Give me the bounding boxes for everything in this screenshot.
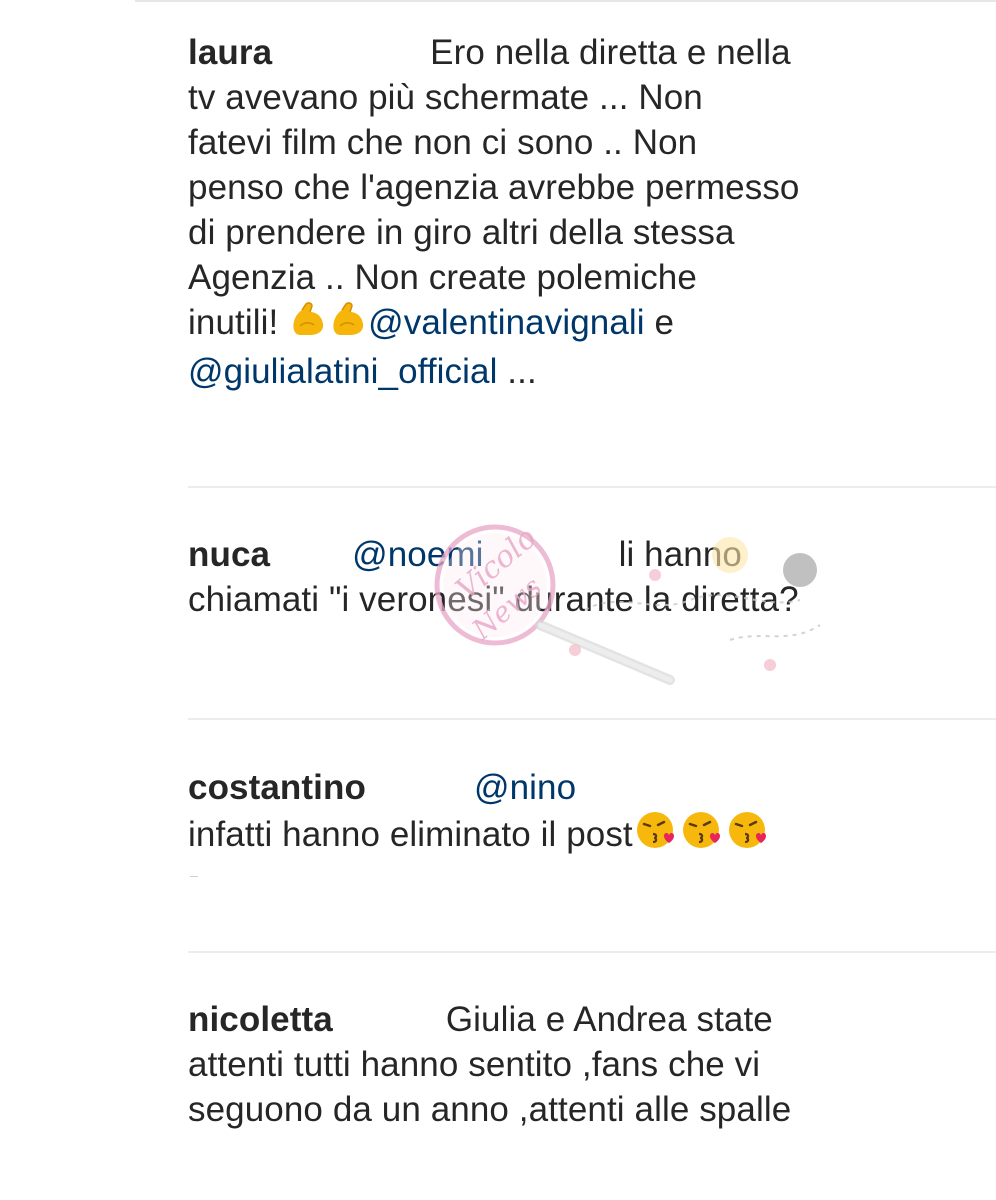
- top-divider: [135, 0, 996, 2]
- comment-line: laura Ero nella diretta e nella: [188, 30, 868, 75]
- comment-line: penso che l'agenzia avrebbe permesso: [188, 168, 800, 207]
- mention-link[interactable]: @noemi: [352, 535, 483, 574]
- comment-line: fatevi film che non ci sono .. Non: [188, 123, 698, 162]
- comment-text: ...: [497, 352, 537, 391]
- comment-text: Giulia e Andrea state: [445, 1000, 773, 1039]
- comment-username[interactable]: costantino: [188, 768, 366, 807]
- comment-line: nuca @noemi li hanno: [188, 532, 868, 577]
- comment-text: e: [644, 303, 675, 342]
- mention-link[interactable]: @valentinavignali: [368, 303, 645, 342]
- flexed-biceps-icon: [328, 300, 368, 349]
- comment-text: infatti hanno eliminato il post: [188, 815, 633, 854]
- comment-line: chiamati "i veronesi" durante la diretta…: [188, 580, 799, 619]
- comment-line: di prendere in giro altri della stessa: [188, 213, 735, 252]
- comment-username[interactable]: nicoletta: [188, 1000, 333, 1039]
- faint-mark: [190, 876, 198, 881]
- comment-username[interactable]: nuca: [188, 535, 270, 574]
- mention-link[interactable]: @nino: [474, 768, 576, 807]
- comment-line: costantino @nino: [188, 765, 868, 810]
- comment-line: infatti hanno eliminato il post: [188, 810, 868, 861]
- comment-laura: laura Ero nella diretta e nella tv avevan…: [188, 30, 868, 394]
- comment-line: seguono da un anno ,attenti alle spalle: [188, 1090, 792, 1129]
- mention-link[interactable]: @giulialatini_official: [188, 352, 497, 391]
- comment-line: Agenzia .. Non create polemiche: [188, 258, 697, 297]
- comment-costantino: costantino @nino infatti hanno eliminato …: [188, 765, 868, 861]
- face-blowing-kiss-icon: [725, 810, 771, 861]
- comment-line: nicoletta Giulia e Andrea state: [188, 997, 868, 1042]
- comment-username[interactable]: laura: [188, 33, 272, 72]
- comment-text: li hanno: [618, 535, 742, 574]
- comment-divider: [188, 486, 996, 488]
- comment-nuca: nuca @noemi li hanno chiamati "i veronesi"…: [188, 532, 868, 622]
- comment-line: inutili! @valentinavignali e: [188, 300, 868, 349]
- comment-text: Ero nella diretta e nella: [430, 33, 791, 72]
- flexed-biceps-icon: [288, 300, 328, 349]
- comment-line: @giulialatini_official ...: [188, 349, 868, 394]
- comment-nicoletta: nicoletta Giulia e Andrea state attenti t…: [188, 997, 868, 1132]
- face-blowing-kiss-icon: [633, 810, 679, 861]
- comment-line: attenti tutti hanno sentito ,fans che vi: [188, 1045, 761, 1084]
- face-blowing-kiss-icon: [679, 810, 725, 861]
- comment-line: tv avevano più schermate ... Non: [188, 78, 703, 117]
- comment-divider: [188, 718, 996, 720]
- comment-text: inutili!: [188, 303, 289, 342]
- comment-divider: [188, 951, 996, 953]
